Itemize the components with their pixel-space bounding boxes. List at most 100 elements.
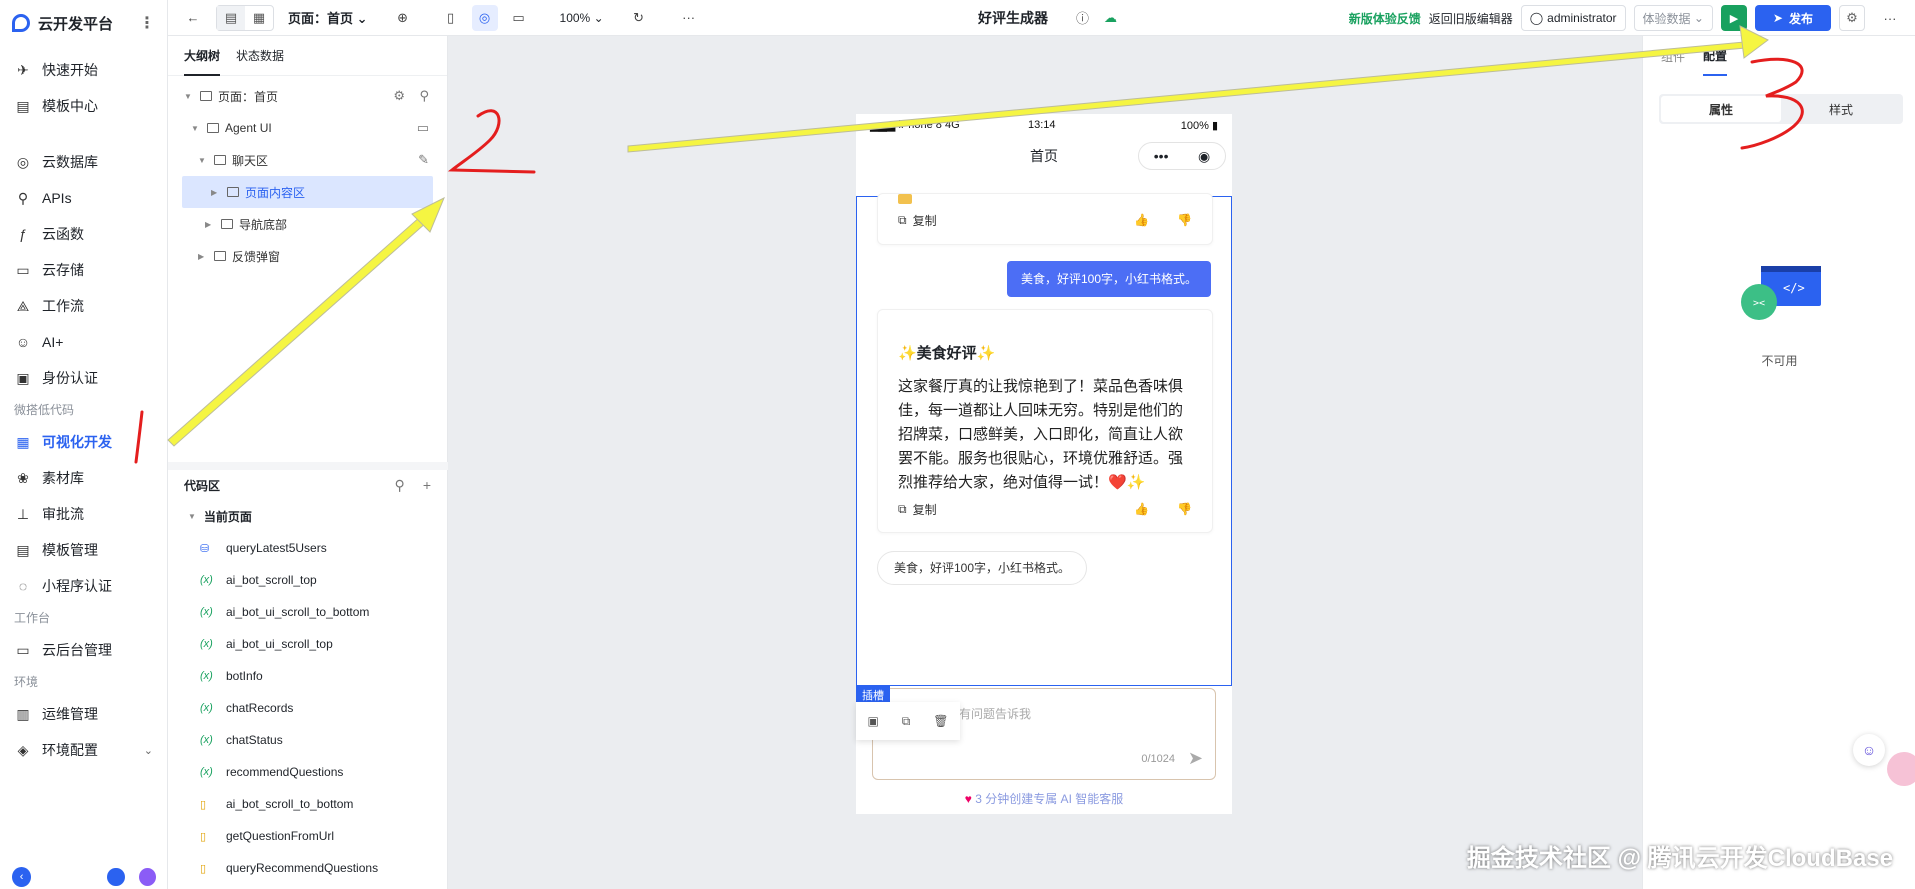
code-item[interactable]: ▯ queryRecommendQuestions: [168, 852, 447, 884]
search-icon[interactable]: ⚲: [419, 88, 429, 103]
collapse-sidebar-icon[interactable]: ‹: [12, 867, 32, 887]
refresh-icon[interactable]: ↻: [626, 5, 652, 31]
sidebar-item-id-card[interactable]: ▣ 身份认证: [0, 360, 167, 396]
settings-icon[interactable]: ⚙: [1839, 5, 1865, 31]
info-icon[interactable]: ⓘ: [1076, 8, 1089, 27]
run-button[interactable]: ▶: [1720, 5, 1747, 31]
tree-caret-icon[interactable]: ▼: [184, 92, 194, 101]
sidebar-item-function[interactable]: ƒ 云函数: [0, 216, 167, 252]
miniprogram-capsule[interactable]: ••• ◉: [1138, 142, 1226, 170]
current-page-group[interactable]: ▼ 当前页面: [168, 500, 447, 532]
tab-state-data[interactable]: 状态数据: [236, 36, 284, 76]
code-item[interactable]: (x) chatStatus: [168, 724, 447, 756]
sidebar-item-assets[interactable]: ❀ 素材库: [0, 460, 167, 496]
code-item[interactable]: ▯ getQuestionFromUrl: [168, 820, 447, 852]
thumbs-up-icon[interactable]: 👍: [1134, 502, 1149, 516]
page-view-icon[interactable]: ▤: [217, 5, 245, 30]
sidebar-item-ops-chart[interactable]: ▥ 运维管理: [0, 696, 167, 732]
tab-component[interactable]: 组件: [1661, 48, 1685, 65]
segment-props[interactable]: 属性: [1661, 96, 1781, 122]
copy-icon[interactable]: ⧉: [898, 502, 907, 517]
tree-node[interactable]: ▼ 聊天区 ✎: [168, 144, 447, 176]
recommend-question-chip[interactable]: 美食，好评100字，小红书格式。: [877, 551, 1088, 585]
sidebar-item-link[interactable]: ⚲ APIs: [0, 180, 167, 216]
code-item[interactable]: (x) botInfo: [168, 660, 447, 692]
tree-node[interactable]: ▼ 页面：首页 ⚙ ⚲: [168, 80, 447, 112]
sidebar-item-monitor[interactable]: ▭ 云后台管理: [0, 632, 167, 668]
user-menu[interactable]: ◯ administrator: [1520, 5, 1626, 31]
assistant-avatar[interactable]: [138, 868, 156, 886]
sidebar-item-approval[interactable]: ⊥ 审批流: [0, 496, 167, 532]
send-message-icon[interactable]: ➤: [1188, 748, 1203, 769]
brand[interactable]: 云开发平台 ⋮: [0, 0, 167, 46]
code-item[interactable]: (x) ai_bot_ui_scroll_to_bottom: [168, 596, 447, 628]
tab-config[interactable]: 配置: [1703, 36, 1728, 76]
sidebar-item-miniprogram[interactable]: ◌ 小程序认证: [0, 568, 167, 604]
code-item[interactable]: (x) ai_bot_scroll_top: [168, 564, 447, 596]
tree-caret-icon[interactable]: ▼: [198, 156, 208, 165]
save-icon[interactable]: ▣: [867, 714, 878, 728]
copy-label[interactable]: 复制: [913, 212, 937, 229]
brush-icon[interactable]: ✎: [418, 152, 429, 168]
old-editor-link[interactable]: 返回旧版编辑器: [1429, 10, 1513, 27]
sidebar-item-workflow[interactable]: ⟁ 工作流: [0, 288, 167, 324]
tree-node[interactable]: ▶ 页面内容区: [182, 176, 433, 208]
selected-content-area[interactable]: ⧉ 复制 👍 👎 美食，好评100字，小红书格式。 ✨美食好评✨ 这家餐厅真的让…: [856, 193, 1232, 686]
layout-view-icon[interactable]: ▦: [245, 6, 273, 30]
tree-node[interactable]: ▶ 导航底部: [168, 208, 447, 240]
sidebar-item-env-config[interactable]: ◈ 环境配置 ⌄: [0, 732, 167, 768]
more-options-icon[interactable]: ···: [1877, 5, 1903, 31]
search-icon[interactable]: ⚲: [395, 477, 405, 494]
tree-node[interactable]: ▼ Agent UI ▭: [168, 112, 447, 144]
keyboard-icon[interactable]: ▭: [417, 120, 429, 136]
tree-caret-icon[interactable]: ▼: [191, 124, 201, 133]
code-item[interactable]: (x) recommendQuestions: [168, 756, 447, 788]
add-icon[interactable]: +: [423, 477, 431, 494]
thumbs-up-icon[interactable]: 👍: [1134, 213, 1149, 227]
zoom-select[interactable]: 100% ⌄: [560, 11, 604, 25]
page-selector[interactable]: 页面：首页 ⌄: [288, 8, 368, 27]
ai-assistant-float-icon[interactable]: ☺: [1853, 734, 1885, 766]
code-item[interactable]: (x) chatRecords: [168, 692, 447, 724]
code-item[interactable]: (x) ai_bot_ui_scroll_top: [168, 628, 447, 660]
tree-node[interactable]: ▶ 反馈弹窗: [168, 240, 447, 272]
thumbs-down-icon[interactable]: 👎: [1177, 502, 1192, 516]
settings-icon[interactable]: ⚙: [393, 88, 405, 103]
sidebar-item-rocket[interactable]: ✈ 快速开始: [0, 52, 167, 88]
tree-caret-icon[interactable]: ▶: [198, 252, 208, 261]
tab-outline-tree[interactable]: 大纲树: [184, 36, 221, 76]
sidebar-item-template-manage[interactable]: ▤ 模板管理: [0, 532, 167, 568]
more-dots-icon[interactable]: •••: [1154, 148, 1169, 164]
code-item[interactable]: ▯ ai_bot_scroll_to_bottom: [168, 788, 447, 820]
miniprogram-device-icon[interactable]: ◎: [471, 4, 498, 31]
experience-data-select[interactable]: 体验数据 ⌄: [1633, 5, 1713, 31]
desktop-device-icon[interactable]: ▭: [506, 5, 532, 31]
cloud-sync-icon[interactable]: ☁: [1104, 10, 1117, 26]
thumbs-down-icon[interactable]: 👎: [1177, 213, 1192, 227]
tree-caret-icon[interactable]: ▶: [205, 220, 215, 229]
more-horizontal-icon[interactable]: ···: [676, 5, 702, 31]
sidebar-item-template[interactable]: ▤ 模板中心: [0, 88, 167, 124]
back-arrow-icon[interactable]: ←: [180, 5, 206, 31]
add-page-icon[interactable]: ⊕: [390, 5, 416, 31]
copy-label[interactable]: 复制: [913, 501, 937, 518]
more-vertical-icon[interactable]: ⋮: [139, 13, 155, 33]
feedback-link[interactable]: 新版体验反馈: [1349, 10, 1421, 27]
sidebar-item-database[interactable]: ◎ 云数据库: [0, 144, 167, 180]
segment-style[interactable]: 样式: [1781, 96, 1901, 122]
sidebar-item-visual-dev[interactable]: ▦ 可视化开发: [0, 424, 167, 460]
publish-button[interactable]: ➤ 发布: [1754, 5, 1831, 31]
tree-caret-icon[interactable]: ▶: [211, 188, 221, 197]
sidebar-item-storage[interactable]: ▭ 云存储: [0, 252, 167, 288]
delete-icon[interactable]: 🗑: [933, 714, 948, 728]
sidebar-item-robot[interactable]: ☺ AI+: [0, 324, 167, 360]
mobile-device-icon[interactable]: ▯: [438, 5, 464, 31]
user-avatar[interactable]: [107, 868, 125, 886]
duplicate-icon[interactable]: ⧉: [902, 714, 911, 729]
promo-link[interactable]: ♥ 3 分钟创建专属 AI 智能客服: [856, 790, 1232, 807]
copy-icon[interactable]: ⧉: [898, 213, 907, 228]
help-float-icon[interactable]: [1887, 752, 1915, 786]
chevron-down-icon[interactable]: ⌄: [144, 744, 153, 757]
code-item[interactable]: ⛁ queryLatest5Users: [168, 532, 447, 564]
close-target-icon[interactable]: ◉: [1198, 148, 1210, 165]
